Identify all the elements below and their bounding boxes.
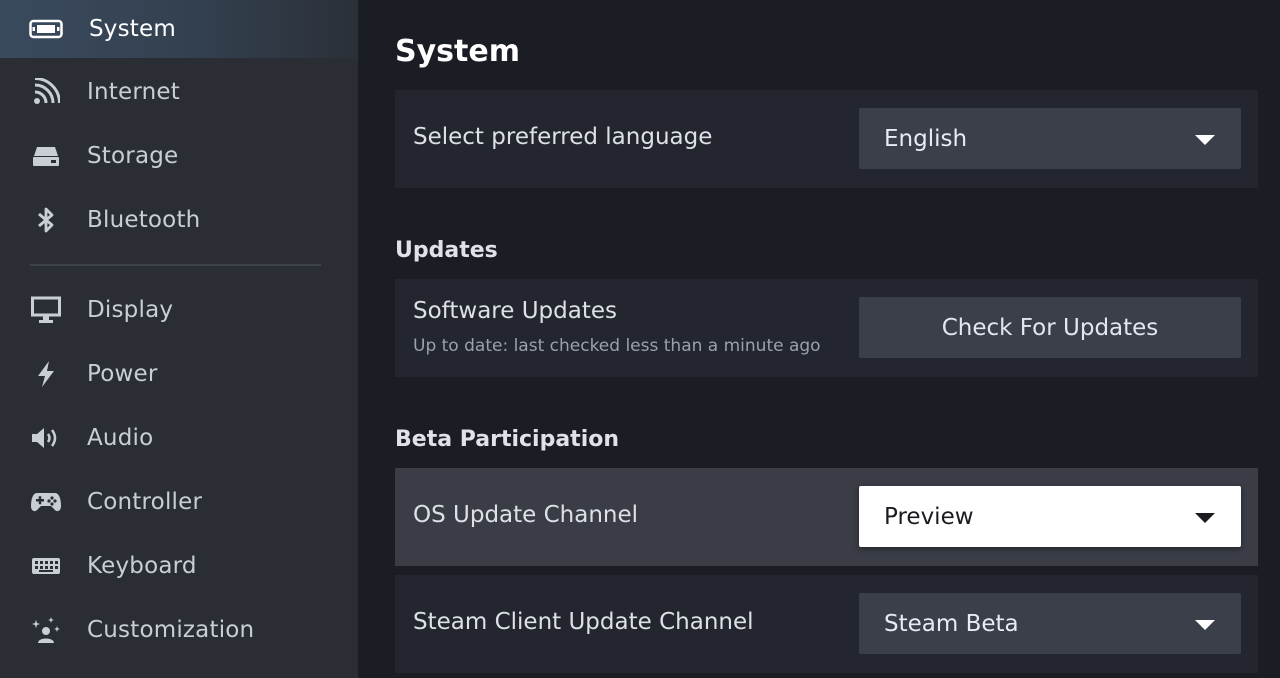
sidebar-item-bluetooth[interactable]: Bluetooth bbox=[0, 191, 358, 249]
check-for-updates-button[interactable]: Check For Updates bbox=[859, 297, 1241, 358]
os-update-channel-value: Preview bbox=[884, 503, 974, 530]
sidebar-item-label: Power bbox=[87, 361, 158, 387]
gamepad-icon bbox=[28, 484, 64, 520]
software-updates-row: Software Updates Up to date: last checke… bbox=[395, 279, 1258, 377]
monitor-icon bbox=[28, 292, 64, 328]
sidebar-item-internet[interactable]: Internet bbox=[0, 63, 358, 121]
sidebar-item-label: Display bbox=[87, 297, 174, 323]
language-label: Select preferred language bbox=[413, 124, 713, 150]
language-row: Select preferred language English bbox=[395, 90, 1258, 188]
os-update-channel-dropdown[interactable]: Preview bbox=[859, 486, 1241, 547]
language-dropdown[interactable]: English bbox=[859, 108, 1241, 169]
sidebar-item-label: Bluetooth bbox=[87, 207, 201, 233]
sidebar-item-keyboard[interactable]: Keyboard bbox=[0, 537, 358, 595]
speaker-icon bbox=[28, 420, 64, 456]
steam-client-update-channel-value: Steam Beta bbox=[884, 610, 1019, 637]
settings-sidebar: System Internet Storage Bluetooth Displa… bbox=[0, 0, 358, 678]
sidebar-item-label: Internet bbox=[87, 79, 180, 105]
steam-client-update-channel-dropdown[interactable]: Steam Beta bbox=[859, 593, 1241, 654]
sidebar-item-customization[interactable]: Customization bbox=[0, 601, 358, 659]
sidebar-item-label: Storage bbox=[87, 143, 179, 169]
software-updates-label: Software Updates bbox=[413, 298, 617, 324]
chevron-down-icon bbox=[1195, 134, 1215, 145]
sidebar-item-label: Controller bbox=[87, 489, 203, 515]
os-update-channel-row: OS Update Channel Preview bbox=[395, 468, 1258, 566]
settings-app: System Internet Storage Bluetooth Displa… bbox=[0, 0, 1280, 678]
sidebar-item-controller[interactable]: Controller bbox=[0, 473, 358, 531]
chevron-down-icon bbox=[1195, 619, 1215, 630]
sidebar-divider bbox=[30, 264, 321, 266]
section-title-beta-participation: Beta Participation bbox=[395, 427, 620, 452]
sidebar-item-label: Keyboard bbox=[87, 553, 197, 579]
sidebar-item-label: Customization bbox=[87, 617, 255, 643]
lightning-bolt-icon bbox=[28, 356, 64, 392]
sidebar-item-audio[interactable]: Audio bbox=[0, 409, 358, 467]
language-dropdown-value: English bbox=[884, 125, 968, 152]
section-title-updates: Updates bbox=[395, 238, 498, 263]
keyboard-icon bbox=[28, 548, 64, 584]
software-updates-status: Up to date: last checked less than a min… bbox=[413, 336, 821, 356]
page-title: System bbox=[395, 34, 520, 69]
settings-main: System Select preferred language English… bbox=[358, 0, 1280, 678]
sidebar-item-label: System bbox=[89, 16, 176, 42]
bluetooth-icon bbox=[28, 202, 64, 238]
sidebar-item-storage[interactable]: Storage bbox=[0, 127, 358, 185]
steam-client-update-channel-row: Steam Client Update Channel Steam Beta bbox=[395, 575, 1258, 673]
sidebar-item-label: Audio bbox=[87, 425, 154, 451]
sparkle-person-icon bbox=[28, 612, 64, 648]
sidebar-item-power[interactable]: Power bbox=[0, 345, 358, 403]
sidebar-item-system[interactable]: System bbox=[0, 0, 358, 58]
wifi-signal-icon bbox=[28, 74, 64, 110]
chevron-down-icon bbox=[1195, 512, 1215, 523]
handheld-device-icon bbox=[28, 11, 64, 47]
sidebar-item-display[interactable]: Display bbox=[0, 281, 358, 339]
steam-client-update-channel-label: Steam Client Update Channel bbox=[413, 609, 754, 635]
storage-drive-icon bbox=[28, 138, 64, 174]
os-update-channel-label: OS Update Channel bbox=[413, 502, 639, 528]
